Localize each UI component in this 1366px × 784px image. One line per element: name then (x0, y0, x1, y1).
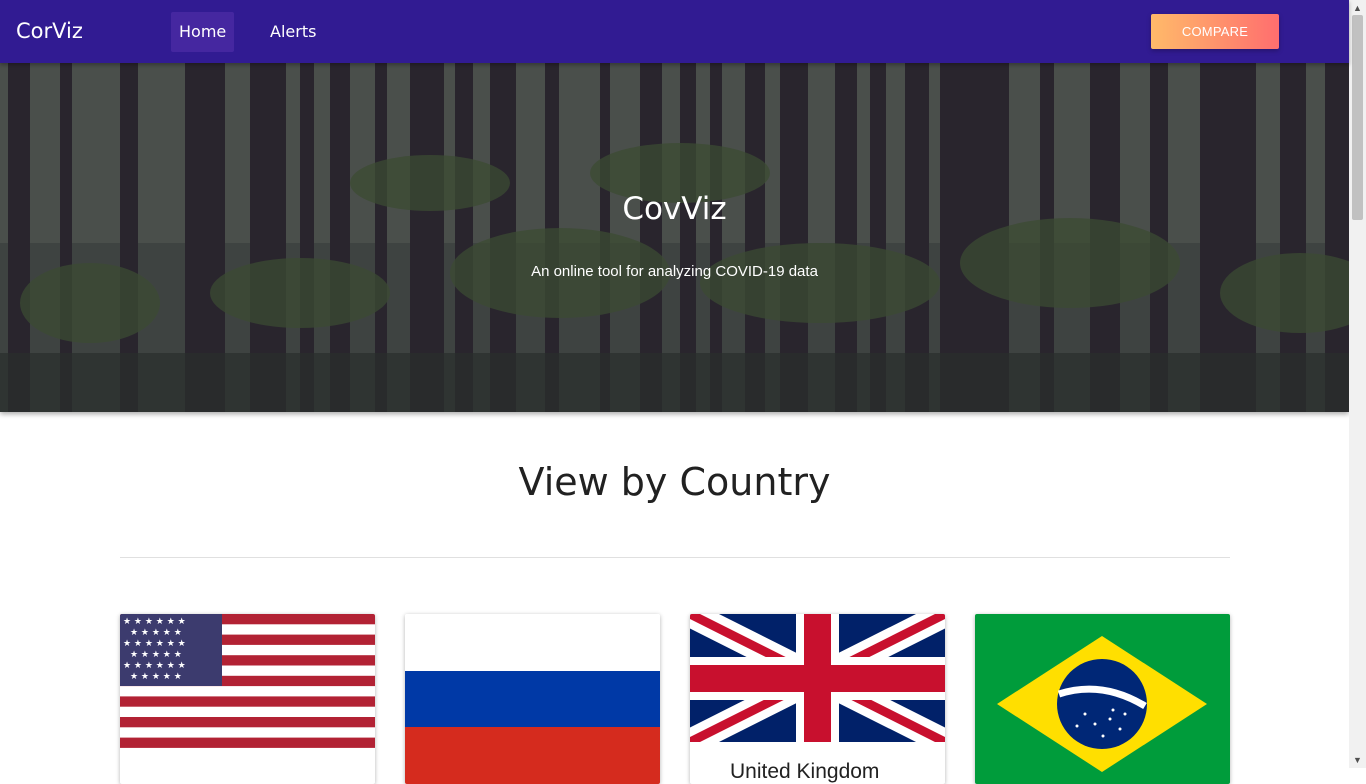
section-title: View by Country (518, 460, 831, 504)
country-card-russia[interactable] (405, 614, 660, 784)
brand-logo[interactable]: CorViz (16, 19, 83, 43)
svg-text:★ ★ ★ ★ ★: ★ ★ ★ ★ ★ (130, 650, 182, 660)
russia-flag-icon (405, 614, 660, 784)
country-card-us[interactable]: ★ ★ ★ ★ ★ ★ ★ ★ ★ ★ ★ ★ ★ ★ ★ ★ ★ ★ ★ ★ … (120, 614, 375, 784)
nav-item-home[interactable]: Home (171, 12, 235, 52)
vertical-scrollbar[interactable]: ▲ ▼ (1349, 0, 1366, 768)
top-navbar: CorViz Home Alerts COMPARE (0, 0, 1349, 63)
scroll-down-icon[interactable]: ▼ (1353, 755, 1362, 765)
brazil-flag-icon (975, 614, 1230, 784)
svg-text:★ ★ ★ ★ ★: ★ ★ ★ ★ ★ (130, 672, 182, 682)
svg-text:★ ★ ★ ★ ★: ★ ★ ★ ★ ★ (130, 628, 182, 638)
svg-text:★ ★ ★ ★ ★ ★: ★ ★ ★ ★ ★ ★ (123, 617, 186, 627)
svg-text:★ ★ ★ ★ ★ ★: ★ ★ ★ ★ ★ ★ (123, 661, 186, 671)
hero-title: CovViz (622, 191, 727, 227)
country-card-uk[interactable]: United Kingdom (690, 614, 945, 784)
hero-subtitle: An online tool for analyzing COVID-19 da… (531, 263, 818, 280)
section-divider (120, 557, 1230, 558)
us-flag-icon: ★ ★ ★ ★ ★ ★ ★ ★ ★ ★ ★ ★ ★ ★ ★ ★ ★ ★ ★ ★ … (120, 614, 375, 748)
hero-overlay (0, 63, 1349, 412)
compare-button[interactable]: COMPARE (1151, 14, 1279, 49)
svg-text:★ ★ ★ ★ ★ ★: ★ ★ ★ ★ ★ ★ (123, 639, 186, 649)
nav-item-alerts[interactable]: Alerts (262, 12, 324, 52)
country-label: United Kingdom (730, 760, 880, 783)
country-card-brazil[interactable] (975, 614, 1230, 784)
scrollbar-thumb[interactable] (1352, 15, 1363, 220)
scroll-up-icon[interactable]: ▲ (1353, 3, 1362, 13)
uk-flag-icon (690, 614, 945, 754)
hero-banner: CovViz An online tool for analyzing COVI… (0, 63, 1349, 412)
